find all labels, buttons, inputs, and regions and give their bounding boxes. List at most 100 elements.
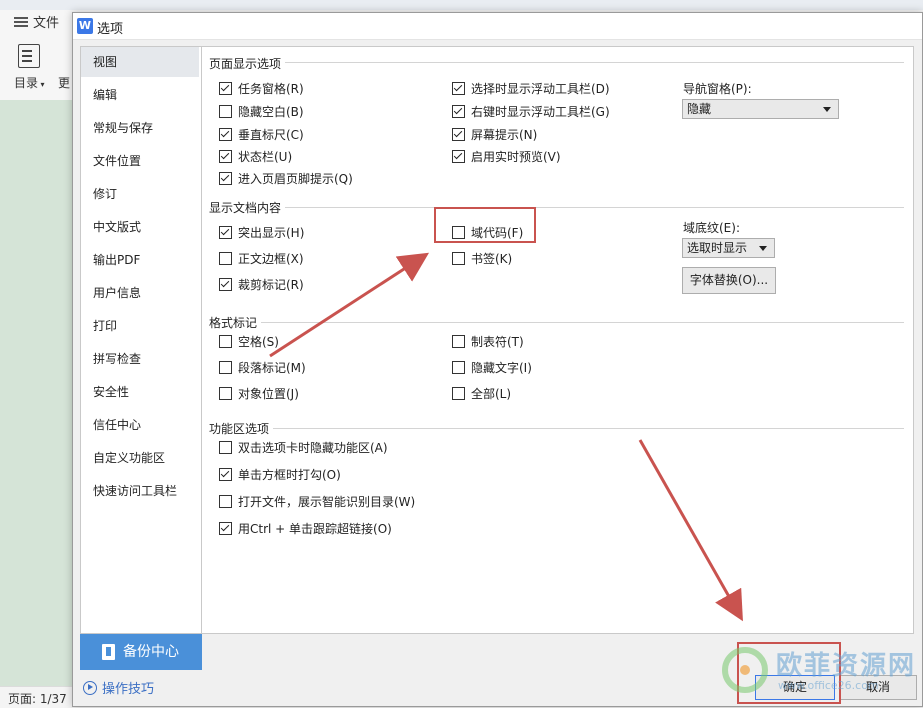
checkbox-dblclick-hide-ribbon[interactable]: 双击选项卡时隐藏功能区(A) xyxy=(219,439,388,456)
checkbox-indicator xyxy=(219,128,232,141)
dialog-titlebar[interactable]: W 选项 xyxy=(73,13,922,40)
backup-center-button[interactable]: 备份中心 xyxy=(80,634,202,670)
ribbon-truncated-label[interactable]: 更 xyxy=(58,74,70,91)
nav-item-print[interactable]: 打印 xyxy=(81,311,199,341)
checkbox-label: 对象位置(J) xyxy=(238,387,299,401)
checkbox-task-pane[interactable]: 任务窗格(R) xyxy=(219,80,304,97)
checkbox-indicator xyxy=(219,150,232,163)
checkbox-live-preview[interactable]: 启用实时预览(V) xyxy=(452,148,561,165)
checkbox-indicator xyxy=(219,361,232,374)
checkbox-label: 任务窗格(R) xyxy=(238,82,304,96)
nav-item-revision[interactable]: 修订 xyxy=(81,179,199,209)
checkbox-label: 全部(L) xyxy=(471,387,512,401)
tips-link[interactable]: 操作技巧 xyxy=(83,678,154,697)
nav-item-customize-ribbon[interactable]: 自定义功能区 xyxy=(81,443,199,473)
checkbox-indicator xyxy=(219,335,232,348)
wps-writer-icon: W xyxy=(77,18,93,34)
options-dialog: W 选项 视图 编辑 常规与保存 文件位置 修订 中文版式 输出PDF 用户信息… xyxy=(72,12,923,707)
backup-icon xyxy=(102,644,115,660)
field-shading-label: 域底纹(E): xyxy=(683,221,740,235)
checkbox-floating-toolbar-rightclick[interactable]: 右键时显示浮动工具栏(G) xyxy=(452,103,610,120)
nav-item-trust-center[interactable]: 信任中心 xyxy=(81,410,199,440)
nav-item-quick-access-toolbar[interactable]: 快速访问工具栏 xyxy=(81,476,199,506)
cancel-button[interactable]: 取消 xyxy=(839,675,917,700)
checkbox-vertical-ruler[interactable]: 垂直标尺(C) xyxy=(219,126,304,143)
hamburger-icon xyxy=(14,16,28,27)
section-title-page-display: 页面显示选项 xyxy=(209,55,286,72)
nav-item-chinese-layout[interactable]: 中文版式 xyxy=(81,212,199,242)
checkbox-screen-tips[interactable]: 屏幕提示(N) xyxy=(452,126,537,143)
section-divider xyxy=(209,62,904,63)
nav-item-view[interactable]: 视图 xyxy=(81,47,199,77)
checkbox-label: 制表符(T) xyxy=(471,335,524,349)
checkbox-label: 突出显示(H) xyxy=(238,226,305,240)
checkbox-object-anchors[interactable]: 对象位置(J) xyxy=(219,385,299,402)
checkbox-highlight[interactable]: 突出显示(H) xyxy=(219,224,304,241)
backup-center-label: 备份中心 xyxy=(123,644,179,660)
checkbox-label: 进入页眉页脚提示(Q) xyxy=(238,172,353,186)
toc-button-label[interactable]: 目录 ▾ xyxy=(14,74,45,91)
checkbox-hidden-text[interactable]: 隐藏文字(I) xyxy=(452,359,532,376)
checkbox-indicator xyxy=(219,82,232,95)
section-title-format-marks: 格式标记 xyxy=(209,314,262,331)
checkbox-label: 正文边框(X) xyxy=(238,252,304,266)
font-replace-button[interactable]: 字体替换(O)... xyxy=(682,267,776,294)
checkbox-label: 单击方框时打勾(O) xyxy=(238,468,341,482)
nav-item-file-location[interactable]: 文件位置 xyxy=(81,146,199,176)
checkbox-hide-blank[interactable]: 隐藏空白(B) xyxy=(219,103,304,120)
caret-down-icon xyxy=(759,246,767,251)
view-options-panel: 页面显示选项 任务窗格(R) 隐藏空白(B) 垂直标尺(C) 状态栏(U) 进入… xyxy=(202,46,914,634)
nav-pane-dropdown[interactable]: 隐藏 xyxy=(682,99,839,119)
checkbox-indicator xyxy=(452,252,465,265)
field-shading-dropdown[interactable]: 选取时显示 xyxy=(682,238,775,258)
checkbox-indicator xyxy=(219,387,232,400)
checkbox-label: 选择时显示浮动工具栏(D) xyxy=(471,82,610,96)
nav-item-export-pdf[interactable]: 输出PDF xyxy=(81,245,199,275)
checkbox-indicator xyxy=(219,441,232,454)
checkbox-indicator xyxy=(452,105,465,118)
section-title-doc-content: 显示文档内容 xyxy=(209,199,286,216)
checkbox-text-boundaries[interactable]: 正文边框(X) xyxy=(219,250,304,267)
nav-item-general-save[interactable]: 常规与保存 xyxy=(81,113,199,143)
nav-item-edit[interactable]: 编辑 xyxy=(81,80,199,110)
checkbox-crop-marks[interactable]: 裁剪标记(R) xyxy=(219,276,304,293)
checkbox-all-marks[interactable]: 全部(L) xyxy=(452,385,511,402)
annotation-highlight-ok-button xyxy=(737,642,841,704)
checkbox-indicator xyxy=(219,468,232,481)
checkbox-label: 用Ctrl + 单击跟踪超链接(O) xyxy=(238,522,392,536)
checkbox-indicator xyxy=(452,387,465,400)
dropdown-value: 隐藏 xyxy=(687,102,712,116)
checkbox-label: 垂直标尺(C) xyxy=(238,128,304,142)
checkbox-ctrl-click-hyperlink[interactable]: 用Ctrl + 单击跟踪超链接(O) xyxy=(219,520,392,537)
checkbox-label: 屏幕提示(N) xyxy=(471,128,538,142)
checkbox-label: 隐藏空白(B) xyxy=(238,105,304,119)
checkbox-label: 右键时显示浮动工具栏(G) xyxy=(471,105,610,119)
checkbox-status-bar[interactable]: 状态栏(U) xyxy=(219,148,292,165)
dropdown-value: 选取时显示 xyxy=(687,241,748,255)
section-divider xyxy=(209,428,904,429)
nav-item-security[interactable]: 安全性 xyxy=(81,377,199,407)
checkbox-header-footer-hint[interactable]: 进入页眉页脚提示(Q) xyxy=(219,170,353,187)
checkbox-indicator xyxy=(219,226,232,239)
annotation-highlight-field-codes xyxy=(434,207,536,243)
checkbox-label: 书签(K) xyxy=(471,252,513,266)
tips-label: 操作技巧 xyxy=(102,682,155,697)
checkbox-tab-characters[interactable]: 制表符(T) xyxy=(452,333,524,350)
checkbox-spaces[interactable]: 空格(S) xyxy=(219,333,279,350)
nav-pane-label: 导航窗格(P): xyxy=(683,82,752,96)
file-menu-label: 文件 xyxy=(33,16,60,31)
checkbox-bookmarks[interactable]: 书签(K) xyxy=(452,250,512,267)
nav-item-user-info[interactable]: 用户信息 xyxy=(81,278,199,308)
table-of-contents-icon[interactable] xyxy=(18,44,40,68)
checkbox-paragraph-marks[interactable]: 段落标记(M) xyxy=(219,359,306,376)
checkbox-indicator xyxy=(219,278,232,291)
checkbox-click-box-to-check[interactable]: 单击方框时打勾(O) xyxy=(219,466,341,483)
nav-item-spell-check[interactable]: 拼写检查 xyxy=(81,344,199,374)
section-divider xyxy=(209,207,904,208)
checkbox-floating-toolbar-select[interactable]: 选择时显示浮动工具栏(D) xyxy=(452,80,610,97)
checkbox-label: 裁剪标记(R) xyxy=(238,278,304,292)
checkbox-indicator xyxy=(219,172,232,185)
window-top-strip xyxy=(0,0,923,10)
checkbox-smart-toc[interactable]: 打开文件，展示智能识别目录(W) xyxy=(219,493,415,510)
file-menu-button[interactable]: 文件 xyxy=(14,12,59,31)
